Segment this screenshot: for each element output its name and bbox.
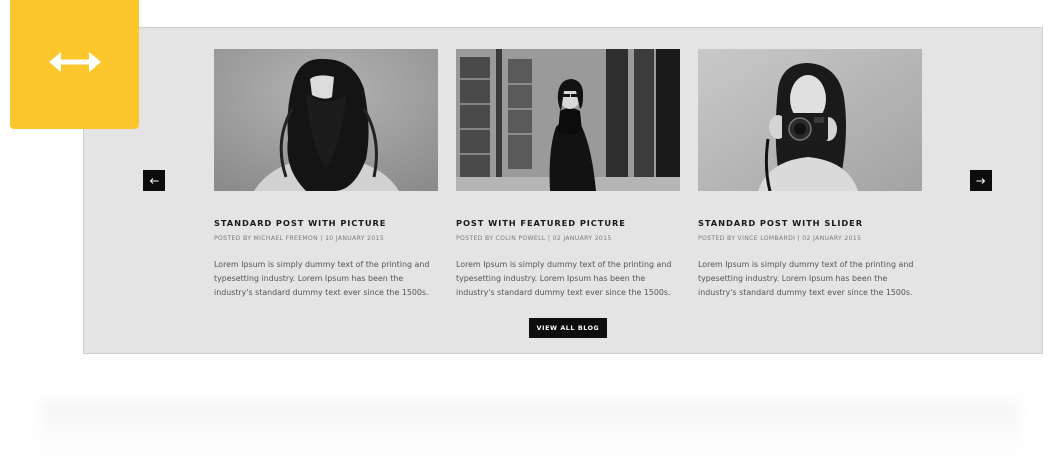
carousel-next-button[interactable] [970, 170, 992, 191]
post-excerpt: Lorem Ipsum is simply dummy text of the … [698, 260, 914, 297]
blog-card: STANDARD POST WITH SLIDER POSTED BY VINC… [698, 49, 922, 300]
post-title[interactable]: STANDARD POST WITH SLIDER [698, 218, 922, 228]
arrow-right-icon [976, 172, 986, 190]
post-excerpt: Lorem Ipsum is simply dummy text of the … [456, 260, 672, 297]
post-title[interactable]: STANDARD POST WITH PICTURE [214, 218, 438, 228]
layout-badge [10, 0, 139, 129]
post-meta: POSTED BY VINCE LOMBARDI | 02 JANUARY 20… [698, 235, 862, 242]
blog-card: STANDARD POST WITH PICTURE POSTED BY MIC… [214, 49, 438, 300]
post-excerpt: Lorem Ipsum is simply dummy text of the … [214, 260, 430, 297]
post-photo[interactable] [456, 49, 680, 191]
view-all-blog-button[interactable]: VIEW ALL BLOG [529, 318, 607, 338]
horizontal-resize-arrows-icon [48, 51, 101, 78]
arrow-left-icon [149, 172, 159, 190]
post-photo[interactable] [698, 49, 922, 191]
drop-shadow [40, 400, 1020, 460]
post-title[interactable]: POST WITH FEATURED PICTURE [456, 218, 680, 228]
blog-carousel-preview: STANDARD POST WITH PICTURE POSTED BY MIC… [0, 0, 1054, 469]
carousel-prev-button[interactable] [143, 170, 165, 191]
post-meta: POSTED BY MICHAEL FREEMON | 10 JANUARY 2… [214, 235, 385, 242]
post-photo[interactable] [214, 49, 438, 191]
post-meta: POSTED BY COLIN POWELL | 02 JANUARY 2015 [456, 235, 612, 242]
blog-card: POST WITH FEATURED PICTURE POSTED BY COL… [456, 49, 680, 300]
